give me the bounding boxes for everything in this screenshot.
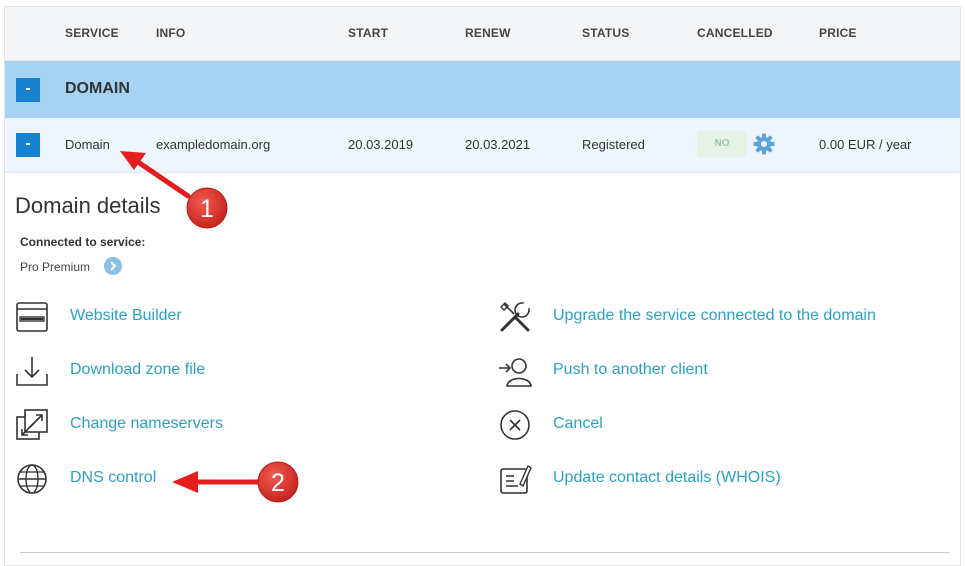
marker-2-label: 2 [271, 469, 285, 497]
arrow-1-icon [120, 151, 191, 199]
marker-2: 2 [257, 461, 299, 503]
annotation-overlay: 1 2 [120, 151, 299, 503]
marker-1: 1 [186, 187, 228, 229]
marker-1-label: 1 [200, 195, 214, 223]
arrow-2-icon [172, 471, 265, 493]
